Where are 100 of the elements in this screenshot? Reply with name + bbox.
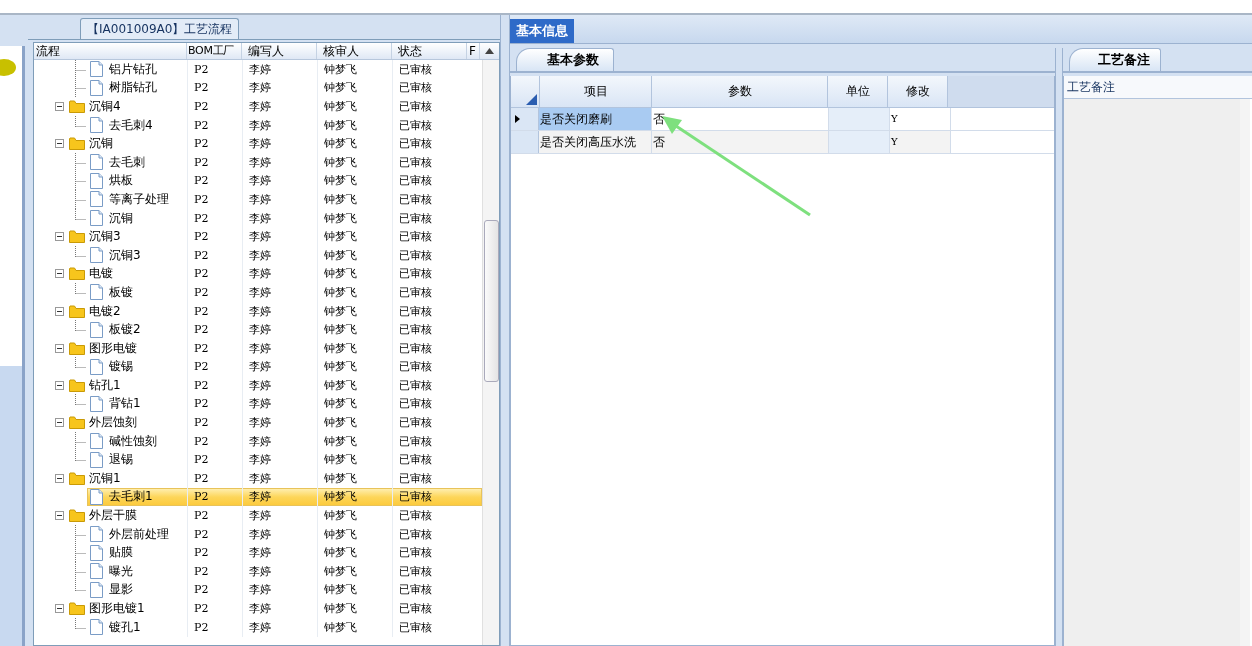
tree-row[interactable]: 沉铜3 P2 李婷 钟梦飞 已审核: [34, 245, 482, 265]
table-cell: P2: [187, 561, 242, 581]
column-header[interactable]: 参数: [652, 76, 828, 107]
tree-row[interactable]: 外层干膜 P2 李婷 钟梦飞 已审核: [34, 506, 482, 525]
tree-row[interactable]: 等离子处理 P2 李婷 钟梦飞 已审核: [34, 190, 482, 209]
table-cell[interactable]: 否: [652, 131, 829, 153]
column-header[interactable]: BOM工厂: [187, 43, 242, 59]
collapse-icon[interactable]: [55, 269, 64, 279]
table-cell: 钟梦飞: [317, 264, 392, 284]
table-cell: P2: [187, 60, 242, 79]
tree-row[interactable]: 镀孔1 P2 李婷 钟梦飞 已审核: [34, 617, 482, 637]
tree-row[interactable]: 烘板 P2 李婷 钟梦飞 已审核: [34, 171, 482, 191]
tree-row[interactable]: 碱性蚀刻 P2 李婷 钟梦飞 已审核: [34, 431, 482, 451]
step-name: 沉铜3: [109, 246, 141, 264]
table-cell: P2: [187, 264, 242, 284]
tree-row[interactable]: 去毛刺1 P2 李婷 钟梦飞 已审核: [87, 487, 482, 507]
table-cell: 已审核: [392, 375, 467, 395]
column-header[interactable]: 核审人: [317, 43, 392, 59]
table-cell: 钟梦飞: [317, 617, 392, 637]
step-name: 铝片钻孔: [109, 60, 157, 78]
panel-title: 【IA001009A0】工艺流程: [80, 18, 240, 39]
table-cell: 李婷: [242, 431, 317, 451]
table-cell: 李婷: [242, 189, 317, 209]
table-cell: 已审核: [392, 245, 467, 265]
column-header[interactable]: F: [467, 43, 480, 59]
collapse-icon[interactable]: [55, 139, 64, 149]
tab[interactable]: 工艺备注: [1069, 48, 1161, 71]
table-cell: P2: [187, 413, 242, 433]
step-name: 贴膜: [109, 544, 133, 562]
column-header[interactable]: 编写人: [242, 43, 317, 59]
tree-row[interactable]: 背钻1 P2 李婷 钟梦飞 已审核: [34, 394, 482, 414]
tree-row[interactable]: 贴膜 P2 李婷 钟梦飞 已审核: [34, 543, 482, 563]
table-cell: 是否关闭高压水洗: [539, 131, 652, 153]
table-cell: 是否关闭磨刷: [539, 108, 652, 130]
collapse-icon[interactable]: [55, 306, 64, 316]
table-cell: 李婷: [242, 338, 317, 358]
collapse-icon[interactable]: [55, 418, 64, 428]
tree-row[interactable]: 沉铜3 P2 李婷 钟梦飞 已审核: [34, 227, 482, 246]
column-header[interactable]: 单位: [828, 76, 888, 107]
tree-row[interactable]: 沉铜 P2 李婷 钟梦飞 已审核: [34, 134, 482, 153]
table-cell: 钟梦飞: [317, 208, 392, 228]
tree-row[interactable]: 外层前处理 P2 李婷 钟梦飞 已审核: [34, 524, 482, 544]
tree-connector: [75, 543, 87, 563]
scrollbar[interactable]: [482, 60, 499, 645]
step-name: 镀孔1: [109, 618, 141, 636]
tree-row[interactable]: 沉铜1 P2 李婷 钟梦飞 已审核: [34, 469, 482, 488]
tree-row[interactable]: 曝光 P2 李婷 钟梦飞 已审核: [34, 562, 482, 581]
table-cell: 钟梦飞: [317, 524, 392, 544]
tree-row[interactable]: 铝片钻孔 P2 李婷 钟梦飞 已审核: [34, 60, 482, 79]
tree-row[interactable]: 外层蚀刻 P2 李婷 钟梦飞 已审核: [34, 413, 482, 432]
table-cell: 李婷: [242, 208, 317, 228]
tree-row[interactable]: 板镀2 P2 李婷 钟梦飞 已审核: [34, 320, 482, 339]
tree-row[interactable]: 电镀2 P2 李婷 钟梦飞 已审核: [34, 301, 482, 321]
table-cell: P2: [187, 375, 242, 395]
collapse-icon[interactable]: [55, 380, 64, 390]
tree-row[interactable]: 图形电镀1 P2 李婷 钟梦飞 已审核: [34, 599, 482, 618]
collapse-icon[interactable]: [55, 511, 64, 521]
column-header[interactable]: 项目: [540, 76, 652, 107]
step-name: 显影: [109, 581, 133, 599]
collapse-icon[interactable]: [55, 102, 64, 111]
document-icon: [90, 526, 103, 543]
tree-row[interactable]: 图形电镀 P2 李婷 钟梦飞 已审核: [34, 338, 482, 358]
scroll-up-icon[interactable]: [485, 48, 494, 54]
column-header[interactable]: 流程: [34, 43, 187, 59]
tree-row[interactable]: 板镀 P2 李婷 钟梦飞 已审核: [34, 283, 482, 302]
tree-row[interactable]: 沉铜4 P2 李婷 钟梦飞 已审核: [34, 97, 482, 116]
tree-row[interactable]: 显影 P2 李婷 钟梦飞 已审核: [34, 580, 482, 600]
tab[interactable]: 基本参数: [516, 48, 614, 71]
collapse-icon[interactable]: [55, 604, 64, 613]
notes-field[interactable]: [1064, 99, 1250, 646]
table-cell: 李婷: [242, 245, 317, 265]
tree-row[interactable]: 去毛刺4 P2 李婷 钟梦飞 已审核: [34, 115, 482, 135]
collapse-icon[interactable]: [55, 473, 64, 483]
table-cell: 李婷: [242, 394, 317, 414]
table-cell: 李婷: [242, 450, 317, 470]
tree-row[interactable]: 钻孔1 P2 李婷 钟梦飞 已审核: [34, 376, 482, 395]
table-cell: 已审核: [392, 282, 467, 302]
table-cell: 已审核: [392, 543, 467, 563]
tree-row[interactable]: 退锡 P2 李婷 钟梦飞 已审核: [34, 450, 482, 470]
column-header[interactable]: 状态: [392, 43, 467, 59]
collapse-icon[interactable]: [55, 343, 64, 353]
table-cell: 已审核: [392, 450, 467, 470]
tab[interactable]: 基本信息: [510, 19, 574, 43]
tree-row[interactable]: 电镀 P2 李婷 钟梦飞 已审核: [34, 264, 482, 284]
tree-row[interactable]: 镀锡 P2 李婷 钟梦飞 已审核: [34, 357, 482, 377]
row-header[interactable]: [511, 108, 539, 130]
table-cell: 李婷: [242, 60, 317, 79]
table-cell: 李婷: [242, 78, 317, 98]
tree-row[interactable]: 去毛刺 P2 李婷 钟梦飞 已审核: [34, 152, 482, 172]
tree-row[interactable]: 沉铜 P2 李婷 钟梦飞 已审核: [34, 208, 482, 228]
table-cell: 钟梦飞: [317, 599, 392, 618]
tree-row[interactable]: 树脂钻孔 P2 李婷 钟梦飞 已审核: [34, 78, 482, 98]
collapse-icon[interactable]: [55, 232, 64, 242]
table-cell: 已审核: [392, 134, 467, 154]
step-name: 退锡: [109, 451, 133, 469]
scroll-thumb[interactable]: [484, 220, 499, 382]
table-cell: 已审核: [392, 487, 467, 507]
table-cell: 钟梦飞: [317, 543, 392, 563]
tree-connector: [75, 152, 87, 172]
table-cell: P2: [187, 189, 242, 209]
